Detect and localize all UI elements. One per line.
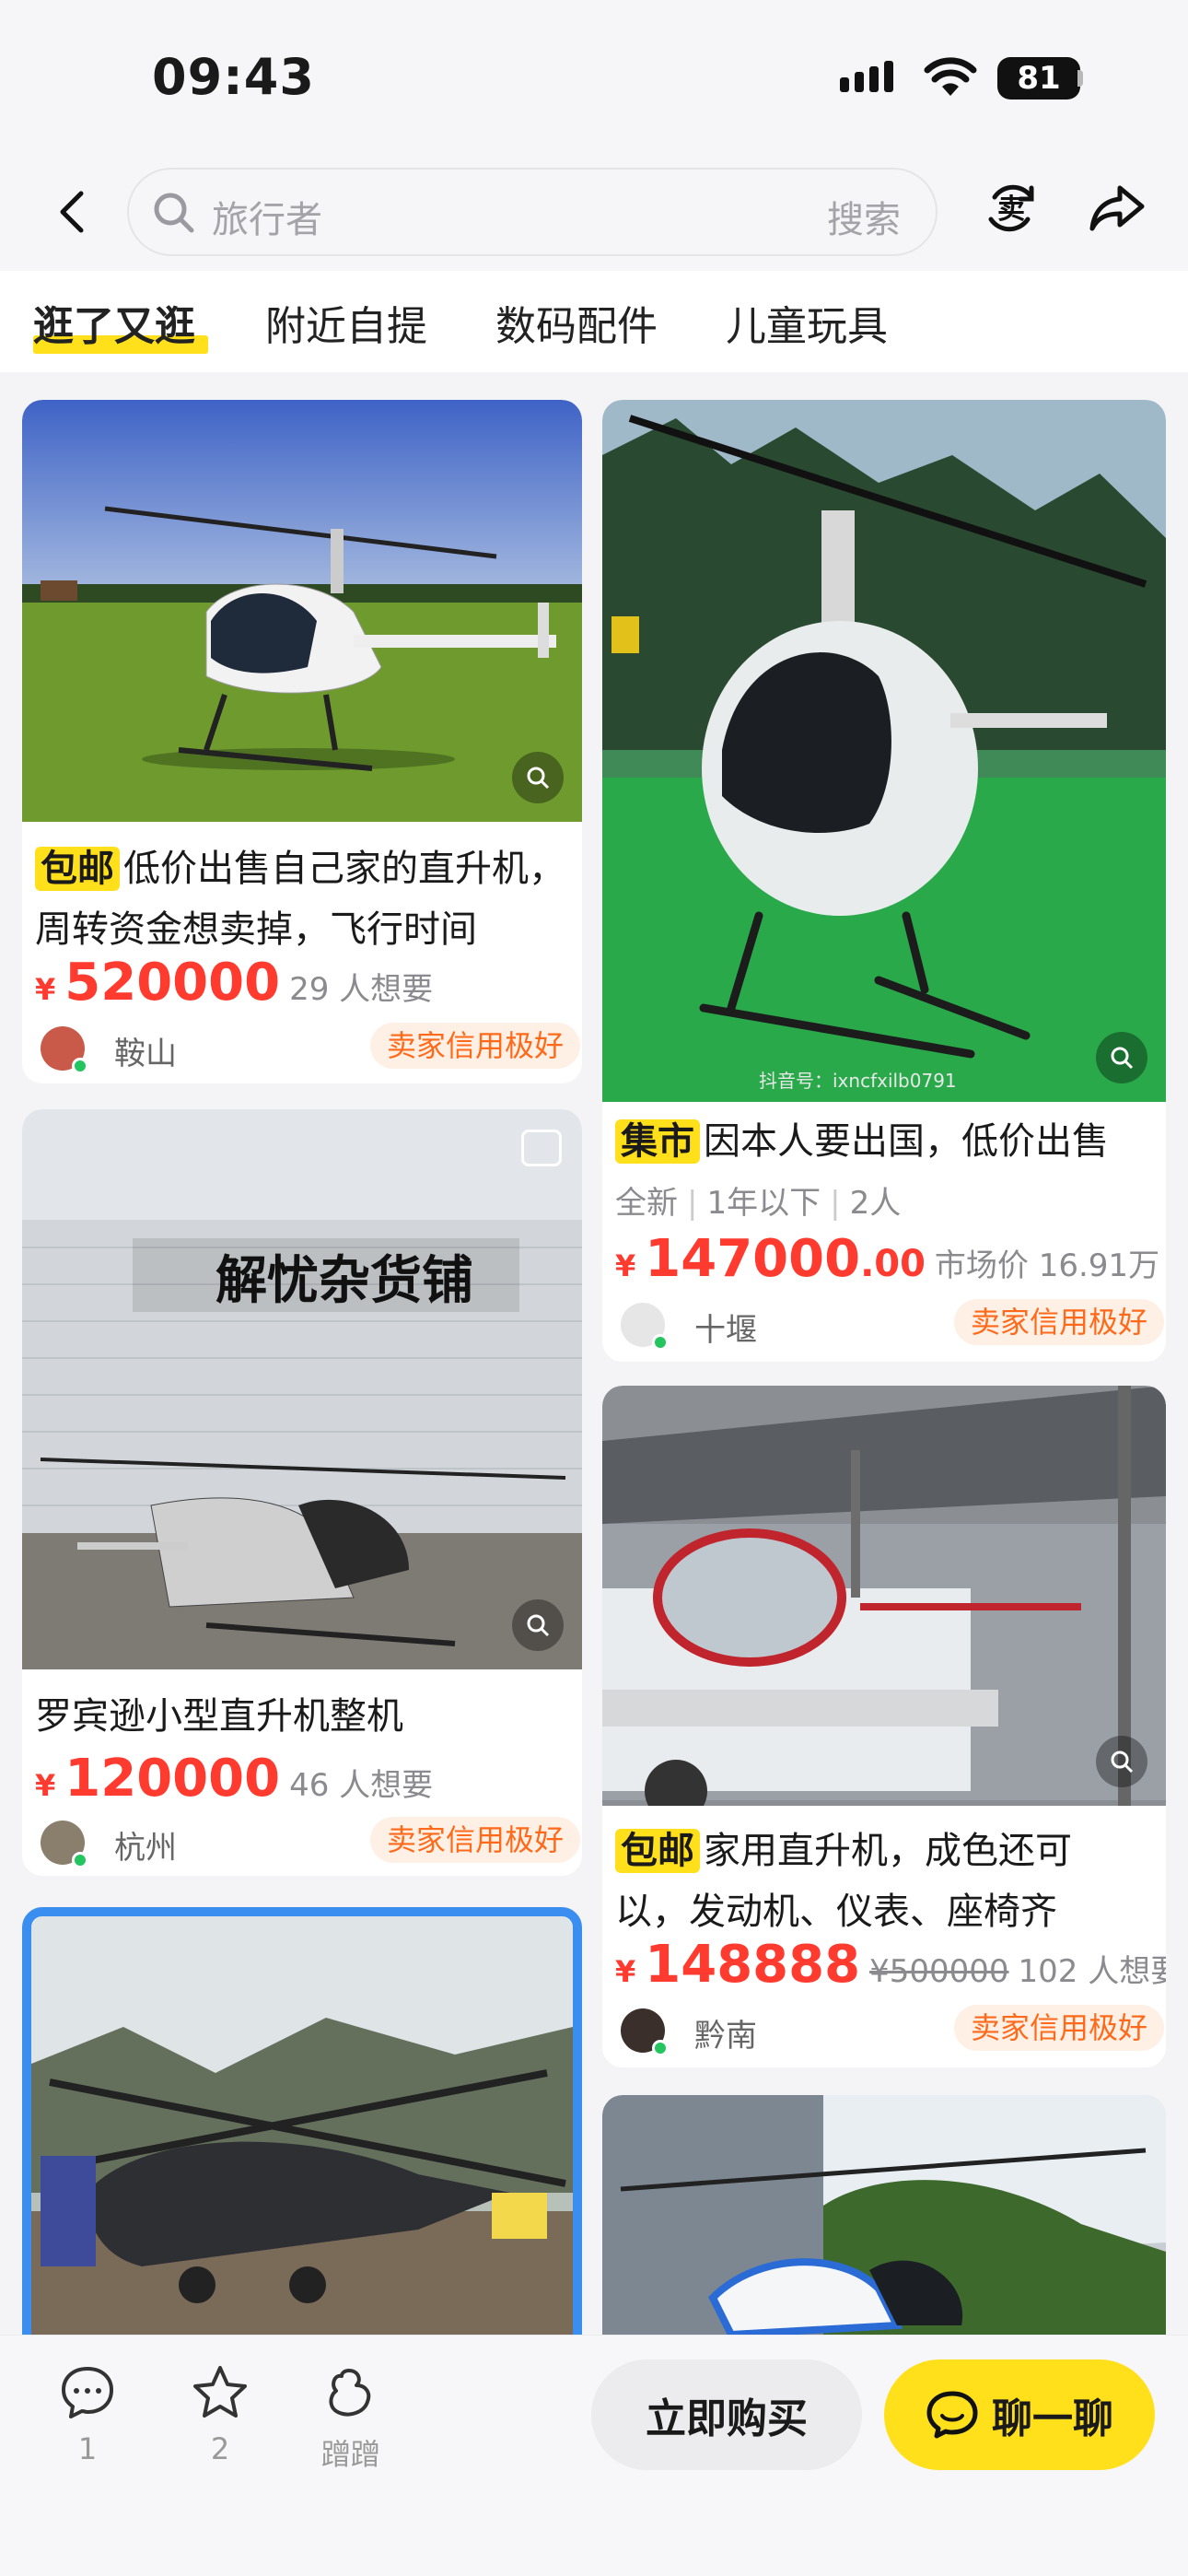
seller-avatar[interactable] [41,1821,88,1868]
seller-avatar[interactable] [621,1303,669,1351]
chat-button[interactable]: 聊一聊 [884,2359,1155,2470]
cellular-signal-icon [840,61,893,92]
online-dot [652,2040,669,2056]
product-card[interactable]: 包邮 低价出售自己家的直升机，周转资金想卖掉，飞行时间 ¥520000 29 人想… [22,400,582,1083]
search-input[interactable]: 旅行者 搜索 [127,168,938,256]
product-title: 包邮 家用直升机，成色还可以，发动机、仪表、座椅齐 [615,1829,1072,1933]
image-search-icon[interactable] [512,1599,564,1651]
image-search-icon[interactable] [512,752,564,803]
seller-city: 杭州 [114,1830,177,1867]
chat-label: 聊一聊 [992,2395,1113,2442]
comment-button[interactable]: 1 [37,2363,138,2466]
seller-city: 十堰 [694,1312,757,1349]
battery-cap [1077,70,1083,87]
search-button[interactable]: 搜索 [827,190,901,243]
credit-badge: 卖家信用极好 [369,1023,580,1069]
favorite-button[interactable]: 2 [169,2363,271,2466]
image-search-icon[interactable] [1096,1736,1147,1787]
product-card[interactable]: 解忧杂货铺 罗宾逊小型直升机整机 ¥120000 46 人想要 杭州 卖家信用极… [22,1109,582,1876]
share-icon[interactable] [1089,182,1146,234]
tab-browse[interactable]: 逛了又逛 [33,293,195,352]
price: 148888 [645,1935,861,1995]
image-search-icon[interactable] [1096,1032,1147,1083]
product-image[interactable] [602,1386,1166,1806]
market-tag: 集市 [615,1119,700,1164]
product-card[interactable]: 包邮 家用直升机，成色还可以，发动机、仪表、座椅齐 ¥148888 ¥500000… [602,1386,1166,2067]
watermark-text: 抖音号：ixncfxilb0791 [759,1070,957,1092]
tab-digital-accessories[interactable]: 数码配件 [495,293,658,352]
product-title: 集市 因本人要出国，低价出售 [615,1111,1164,1172]
shop-sign: 解忧杂货铺 [215,1251,473,1311]
image-gallery-icon [521,1130,562,1166]
price-row: ¥148888 ¥500000 102 人想要 [615,1935,1166,1995]
price: 147000 [645,1229,861,1289]
product-card[interactable]: 抖音号：ixncfxilb0791 集市 因本人要出国，低价出售 全新 | 1年以下 |… [602,400,1166,1362]
product-card[interactable] [602,2095,1166,2335]
credit-badge: 卖家信用极好 [953,1299,1164,1345]
seller-row[interactable]: 鞍山 卖家信用极好 [35,1023,580,1076]
bottom-action-bar: 1 2 蹭蹭 立即购买 聊一聊 [0,2335,1188,2576]
battery-icon: 81 [997,57,1080,100]
want-count: 46 人想要 [289,1767,434,1804]
sell-icon-label: 卖 [997,193,1025,226]
price-row: ¥520000 29 人想要 [35,953,434,1013]
free-shipping-tag: 包邮 [35,847,120,891]
seller-city: 鞍山 [114,1036,177,1072]
star-icon [193,2366,247,2418]
product-image[interactable] [31,1916,573,2335]
product-image[interactable] [602,2095,1166,2335]
wifi-icon [924,57,977,96]
online-dot [72,1058,88,1074]
hug-icon [329,2369,371,2417]
clock: 09:43 [152,48,315,106]
original-price: ¥500000 [869,1953,1009,1990]
sell-icon[interactable]: 卖 [982,179,1041,238]
status-bar: 09:43 81 [0,0,1188,157]
seller-row[interactable]: 黔南 卖家信用极好 [615,2005,1164,2058]
price-row: ¥120000 46 人想要 [35,1749,434,1809]
product-image[interactable] [22,400,582,822]
tab-nearby-pickup[interactable]: 附近自提 [265,293,427,352]
free-shipping-tag: 包邮 [615,1829,700,1873]
price-row: ¥147000.00 市场价 16.91万 [615,1229,1160,1289]
online-dot [652,1334,669,1351]
product-card[interactable] [22,1907,582,2335]
search-placeholder: 旅行者 [212,199,322,241]
seller-row[interactable]: 杭州 卖家信用极好 [35,1817,580,1870]
comment-icon [62,2367,113,2418]
hug-label: 蹭蹭 [320,2437,380,2472]
favorite-count: 2 [210,2431,230,2466]
chat-icon [926,2391,978,2439]
product-specs: 全新 | 1年以下 | 2人 [615,1185,902,1222]
credit-badge: 卖家信用极好 [369,1817,580,1863]
credit-badge: 卖家信用极好 [953,2005,1164,2051]
seller-city: 黔南 [694,2018,757,2055]
product-image[interactable]: 解忧杂货铺 [22,1109,582,1669]
seller-row[interactable]: 十堰 卖家信用极好 [615,1299,1164,1352]
market-price: 市场价 16.91万 [934,1247,1160,1284]
seller-avatar[interactable] [621,2008,669,2056]
price: 520000 [64,953,281,1013]
want-count: 102 人想要 [1018,1953,1167,1990]
search-header: 旅行者 搜索 卖 [0,157,1188,271]
product-title: 包邮 低价出售自己家的直升机，周转资金想卖掉，飞行时间 [35,847,565,951]
price: 120000 [64,1749,281,1809]
hug-button[interactable]: 蹭蹭 [300,2363,402,2474]
product-image[interactable]: 抖音号：ixncfxilb0791 [602,400,1166,1102]
search-icon [154,193,194,233]
category-tabs: 逛了又逛 附近自提 数码配件 儿童玩具 [0,271,1188,372]
want-count: 29 人想要 [289,971,434,1008]
tab-kids-toys[interactable]: 儿童玩具 [726,293,888,352]
buy-now-button[interactable]: 立即购买 [591,2359,862,2470]
comment-count: 1 [77,2431,98,2466]
back-arrow-icon[interactable] [46,184,101,240]
online-dot [72,1852,88,1868]
product-title: 罗宾逊小型直升机整机 [35,1695,403,1738]
product-feed: 包邮 低价出售自己家的直升机，周转资金想卖掉，飞行时间 ¥520000 29 人想… [0,372,1188,2335]
seller-avatar[interactable] [41,1026,88,1074]
